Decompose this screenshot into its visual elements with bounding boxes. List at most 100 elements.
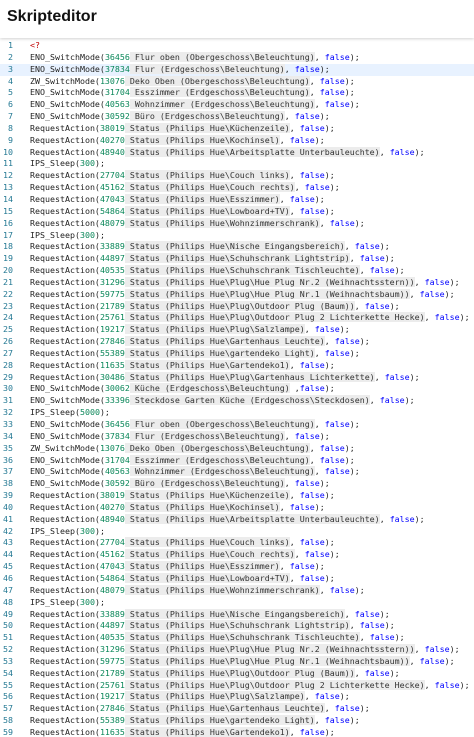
code-text[interactable]: RequestAction(25761 Status (Philips Hue\… (30, 679, 470, 692)
code-text[interactable]: RequestAction(27704 Status (Philips Hue\… (30, 170, 335, 182)
code-line[interactable]: 4 ZW_SwitchMode(13076 Deko Oben (Obergesc… (0, 75, 474, 88)
code-line[interactable]: 26 RequestAction(27846 Status (Philips Hu… (0, 336, 474, 348)
code-text[interactable]: RequestAction(44897 Status (Philips Hue\… (30, 620, 395, 632)
code-text[interactable]: RequestAction(45162 Status (Philips Hue\… (30, 182, 340, 194)
code-text[interactable]: ZW_SwitchMode(13076 Deko Oben (Obergesch… (30, 75, 355, 88)
code-line[interactable]: 55 RequestAction(25761 Status (Philips Hu… (0, 679, 474, 692)
code-text[interactable]: RequestAction(59775 Status (Philips Hue\… (30, 288, 455, 301)
code-line[interactable]: 28 RequestAction(11635 Status (Philips Hu… (0, 359, 474, 372)
code-text[interactable]: RequestAction(31296 Status (Philips Hue\… (30, 644, 460, 656)
code-line[interactable]: 41 RequestAction(48940 Status (Philips Hu… (0, 513, 474, 526)
code-text[interactable]: RequestAction(25761 Status (Philips Hue\… (30, 312, 470, 324)
code-line[interactable]: 40 RequestAction(40270 Status (Philips Hu… (0, 501, 474, 514)
code-text[interactable]: ENO_SwitchMode(37834 Flur (Erdgeschoss\B… (30, 63, 330, 76)
code-line[interactable]: 37 ENO_SwitchMode(40563 Wohnzimmer (Erdge… (0, 466, 474, 478)
code-text[interactable]: ENO_SwitchMode(37834 Flur (Erdgeschoss\B… (30, 430, 330, 443)
code-line[interactable]: 7 ENO_SwitchMode(30592 Büro (Erdgeschoss\… (0, 111, 474, 123)
code-text[interactable]: RequestAction(44897 Status (Philips Hue\… (30, 253, 395, 265)
code-text[interactable]: IPS_Sleep(300); (30, 597, 105, 609)
code-text[interactable]: RequestAction(31296 Status (Philips Hue\… (30, 276, 460, 289)
code-line[interactable]: 44 RequestAction(45162 Status (Philips Hu… (0, 549, 474, 561)
code-line[interactable]: 46 RequestAction(54864 Status (Philips Hu… (0, 572, 474, 585)
code-text[interactable]: ENO_SwitchMode(31704 Esszimmer (Erdgesch… (30, 87, 355, 99)
code-line[interactable]: 17 IPS_Sleep(300); (0, 230, 474, 242)
code-line[interactable]: 22 RequestAction(59775 Status (Philips Hu… (0, 288, 474, 301)
code-text[interactable]: ENO_SwitchMode(36456 Flur oben (Obergesc… (30, 419, 360, 431)
code-line[interactable]: 20 RequestAction(40535 Status (Philips Hu… (0, 265, 474, 277)
code-line[interactable]: 5 ENO_SwitchMode(31704 Esszimmer (Erdgesc… (0, 87, 474, 99)
code-line[interactable]: 36 ENO_SwitchMode(31704 Esszimmer (Erdges… (0, 454, 474, 467)
code-text[interactable]: RequestAction(48940 Status (Philips Hue\… (30, 146, 425, 159)
code-line[interactable]: 39 RequestAction(38019 Status (Philips Hu… (0, 490, 474, 502)
code-line[interactable]: 24 RequestAction(25761 Status (Philips Hu… (0, 312, 474, 324)
code-text[interactable]: RequestAction(21789 Status (Philips Hue\… (30, 300, 400, 313)
code-line[interactable]: 48 IPS_Sleep(300); (0, 597, 474, 609)
code-line[interactable]: 35 ZW_SwitchMode(13076 Deko Oben (Oberges… (0, 442, 474, 455)
code-text[interactable]: RequestAction(27846 Status (Philips Hue\… (30, 703, 370, 715)
code-text[interactable]: ENO_SwitchMode(33396 Steckdose Garten Kü… (30, 395, 415, 407)
code-line[interactable]: 29 RequestAction(30486 Status (Philips Hu… (0, 371, 474, 384)
code-text[interactable]: RequestAction(55389 Status (Philips Hue\… (30, 715, 360, 727)
code-line[interactable]: 30 ENO_SwitchMode(30062 Küche (Erdgeschos… (0, 383, 474, 395)
code-text[interactable]: ENO_SwitchMode(36456 Flur oben (Obergesc… (30, 51, 360, 64)
code-text[interactable]: RequestAction(48940 Status (Philips Hue\… (30, 513, 425, 526)
code-text[interactable]: RequestAction(11635 Status (Philips Hue\… (30, 726, 335, 737)
code-text[interactable]: IPS_Sleep(300); (30, 526, 105, 538)
code-line[interactable]: 21 RequestAction(31296 Status (Philips Hu… (0, 276, 474, 289)
code-line[interactable]: 31 ENO_SwitchMode(33396 Steckdose Garten … (0, 395, 474, 407)
code-text[interactable]: RequestAction(19217 Status (Philips Hue\… (30, 324, 350, 336)
code-text[interactable]: RequestAction(45162 Status (Philips Hue\… (30, 549, 340, 561)
code-text[interactable]: RequestAction(21789 Status (Philips Hue\… (30, 667, 400, 680)
code-text[interactable]: RequestAction(19217 Status (Philips Hue\… (30, 691, 350, 703)
code-text[interactable]: <? (30, 40, 40, 52)
code-text[interactable]: RequestAction(47043 Status (Philips Hue\… (30, 193, 325, 206)
code-line[interactable]: 59 RequestAction(11635 Status (Philips Hu… (0, 726, 474, 737)
code-text[interactable]: RequestAction(38019 Status (Philips Hue\… (30, 122, 335, 135)
code-line[interactable]: 3 ENO_SwitchMode(37834 Flur (Erdgeschoss\… (0, 63, 474, 76)
code-text[interactable]: RequestAction(55389 Status (Philips Hue\… (30, 347, 360, 360)
code-line[interactable]: 2 ENO_SwitchMode(36456 Flur oben (Oberges… (0, 51, 474, 64)
code-line[interactable]: 54 RequestAction(21789 Status (Philips Hu… (0, 667, 474, 680)
code-text[interactable]: ENO_SwitchMode(30592 Büro (Erdgeschoss\B… (30, 111, 330, 123)
code-text[interactable]: RequestAction(47043 Status (Philips Hue\… (30, 561, 325, 573)
code-text[interactable]: RequestAction(54864 Status (Philips Hue\… (30, 205, 335, 218)
code-line[interactable]: 6 ENO_SwitchMode(40563 Wohnzimmer (Erdges… (0, 99, 474, 111)
code-line[interactable]: 12 RequestAction(27704 Status (Philips Hu… (0, 170, 474, 182)
code-line[interactable]: 33 ENO_SwitchMode(36456 Flur oben (Oberge… (0, 419, 474, 431)
code-text[interactable]: RequestAction(27846 Status (Philips Hue\… (30, 336, 370, 348)
code-line[interactable]: 11 IPS_Sleep(300); (0, 158, 474, 170)
code-text[interactable]: ENO_SwitchMode(30062 Küche (Erdgeschoss\… (30, 383, 335, 395)
code-line[interactable]: 25 RequestAction(19217 Status (Philips Hu… (0, 324, 474, 336)
code-text[interactable]: RequestAction(38019 Status (Philips Hue\… (30, 490, 335, 502)
code-editor[interactable]: 1 <? 2 ENO_SwitchMode(36456 Flur oben (Ober… (0, 40, 474, 737)
code-line[interactable]: 38 ENO_SwitchMode(30592 Büro (Erdgeschoss… (0, 478, 474, 490)
code-text[interactable]: RequestAction(40270 Status (Philips Hue\… (30, 134, 325, 147)
code-text[interactable]: RequestAction(33889 Status (Philips Hue\… (30, 241, 390, 253)
code-text[interactable]: RequestAction(40535 Status (Philips Hue\… (30, 632, 405, 644)
code-line[interactable]: 16 RequestAction(48079 Status (Philips Hu… (0, 217, 474, 230)
code-text[interactable]: ENO_SwitchMode(31704 Esszimmer (Erdgesch… (30, 454, 355, 467)
code-line[interactable]: 18 RequestAction(33889 Status (Philips Hu… (0, 241, 474, 253)
code-text[interactable]: ENO_SwitchMode(30592 Büro (Erdgeschoss\B… (30, 478, 330, 490)
code-line[interactable]: 50 RequestAction(44897 Status (Philips Hu… (0, 620, 474, 632)
code-text[interactable]: RequestAction(40270 Status (Philips Hue\… (30, 501, 325, 514)
code-line[interactable]: 58 RequestAction(55389 Status (Philips Hu… (0, 715, 474, 727)
code-line[interactable]: 45 RequestAction(47043 Status (Philips Hu… (0, 561, 474, 573)
code-text[interactable]: RequestAction(54864 Status (Philips Hue\… (30, 572, 335, 585)
code-line[interactable]: 19 RequestAction(44897 Status (Philips Hu… (0, 253, 474, 265)
code-text[interactable]: IPS_Sleep(300); (30, 230, 105, 242)
code-line[interactable]: 52 RequestAction(31296 Status (Philips Hu… (0, 644, 474, 656)
code-line[interactable]: 47 RequestAction(48079 Status (Philips Hu… (0, 584, 474, 597)
code-text[interactable]: RequestAction(40535 Status (Philips Hue\… (30, 265, 405, 277)
code-text[interactable]: RequestAction(48079 Status (Philips Hue\… (30, 584, 365, 597)
code-line[interactable]: 56 RequestAction(19217 Status (Philips Hu… (0, 691, 474, 703)
code-text[interactable]: ZW_SwitchMode(13076 Deko Oben (Obergesch… (30, 442, 355, 455)
code-line[interactable]: 14 RequestAction(47043 Status (Philips Hu… (0, 193, 474, 206)
code-line[interactable]: 51 RequestAction(40535 Status (Philips Hu… (0, 632, 474, 644)
code-line[interactable]: 9 RequestAction(40270 Status (Philips Hue… (0, 134, 474, 147)
code-line[interactable]: 53 RequestAction(59775 Status (Philips Hu… (0, 655, 474, 668)
code-line[interactable]: 23 RequestAction(21789 Status (Philips Hu… (0, 300, 474, 313)
code-line[interactable]: 10 RequestAction(48940 Status (Philips Hu… (0, 146, 474, 159)
code-line[interactable]: 27 RequestAction(55389 Status (Philips Hu… (0, 347, 474, 360)
code-line[interactable]: 49 RequestAction(33889 Status (Philips Hu… (0, 608, 474, 621)
